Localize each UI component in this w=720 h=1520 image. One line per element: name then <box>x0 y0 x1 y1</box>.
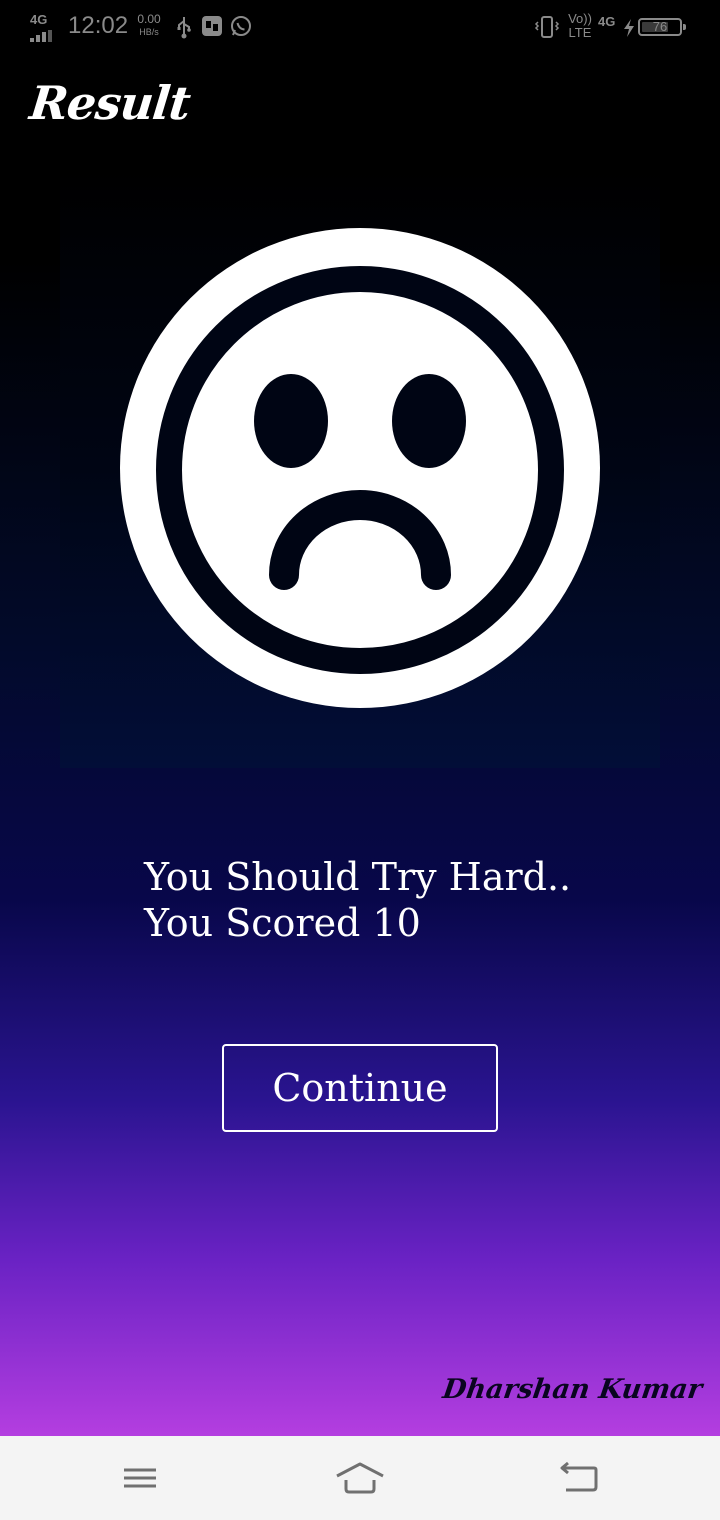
volte-indicator: Vo)) LTE <box>568 11 592 40</box>
encouragement-text: You Should Try Hard.. <box>144 855 572 899</box>
network-type: 4G <box>30 12 48 27</box>
author-credit: Dharshan Kumar <box>440 1374 705 1405</box>
result-image <box>60 168 660 768</box>
battery-indicator: 76 <box>638 18 686 36</box>
menu-icon <box>124 1468 156 1488</box>
battery-percent: 76 <box>652 19 668 34</box>
navigation-bar <box>0 1436 720 1520</box>
back-icon <box>560 1461 598 1492</box>
continue-button[interactable]: Continue <box>222 1044 498 1132</box>
home-button[interactable] <box>330 1454 390 1502</box>
clock: 12:02 <box>68 12 129 39</box>
vibrate-icon <box>534 16 560 38</box>
whatsapp-icon <box>231 16 251 36</box>
sad-face-icon <box>120 228 600 708</box>
home-icon <box>336 1462 384 1494</box>
charging-icon <box>624 19 634 37</box>
result-message: You Should Try Hard.. You Scored 10 <box>144 854 664 946</box>
signal-indicator: 4G <box>30 12 62 42</box>
status-bar: 4G 12:02 0.00 HB/s Vo)) LTE 4G 76 <box>0 0 720 56</box>
sim-toolkit-icon <box>202 16 222 36</box>
signal-bars-icon <box>30 30 60 42</box>
network-type-right: 4G <box>598 14 616 29</box>
page-title: Result <box>27 76 193 130</box>
menu-button[interactable] <box>110 1454 170 1502</box>
score-text: You Scored 10 <box>144 901 421 945</box>
network-speed: 0.00 HB/s <box>137 12 161 38</box>
back-button[interactable] <box>550 1454 610 1502</box>
usb-icon <box>177 17 191 39</box>
